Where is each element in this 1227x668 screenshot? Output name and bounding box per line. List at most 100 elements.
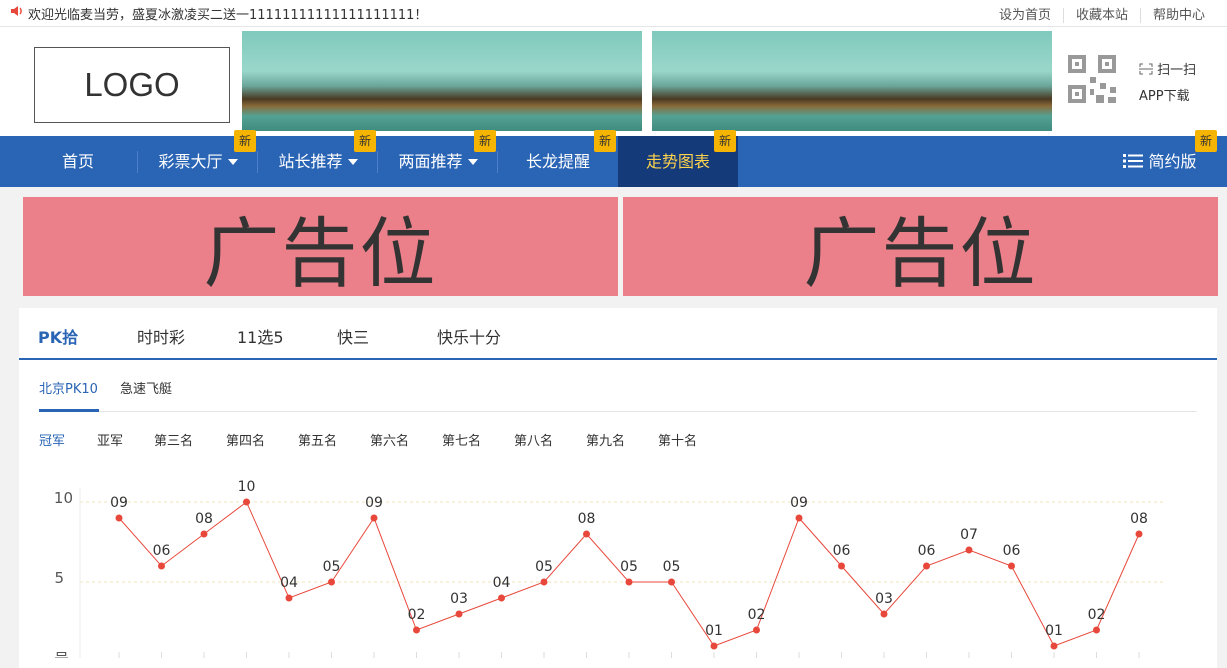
data-point[interactable] [498, 594, 505, 602]
tab-happy10[interactable]: 快乐十分 [437, 324, 501, 348]
active-tab-indicator [39, 409, 99, 412]
set-homepage-link[interactable]: 设为首页 [987, 8, 1063, 23]
lottery-tabs: PK拾 时时彩 11选5 快三 快乐十分 [19, 308, 1217, 360]
top-bar: 欢迎光临麦当劳，盛夏冰激凌买二送一11111111111111111111！ 设… [0, 0, 1227, 27]
data-label: 01 [705, 623, 723, 639]
logo[interactable]: LOGO [34, 47, 230, 123]
data-point[interactable] [795, 514, 803, 522]
data-label: 07 [960, 527, 978, 543]
data-label: 06 [833, 543, 851, 559]
scan-icon [1139, 63, 1153, 75]
data-point[interactable] [923, 562, 930, 570]
data-label: 09 [790, 495, 808, 511]
data-point[interactable] [838, 562, 845, 570]
data-point[interactable] [753, 626, 760, 634]
data-label: 02 [408, 607, 426, 623]
data-label: 04 [493, 575, 511, 591]
data-point[interactable] [200, 530, 208, 538]
rank-tab-3[interactable]: 第三名 [154, 430, 193, 449]
data-point[interactable] [413, 626, 420, 634]
nav-home[interactable]: 首页 [18, 136, 138, 187]
data-label: 08 [578, 511, 596, 527]
data-point[interactable] [285, 594, 293, 602]
qr-code-icon [1066, 53, 1118, 105]
data-point[interactable] [710, 642, 718, 650]
nav-webmaster-picks[interactable]: 站长推荐新 [258, 130, 378, 187]
data-label: 04 [280, 575, 298, 591]
tab-pk10[interactable]: PK拾 [38, 324, 78, 348]
rank-tab-6[interactable]: 第六名 [370, 430, 409, 449]
data-label: 01 [1045, 623, 1063, 639]
rank-tab-1[interactable]: 冠军 [39, 430, 65, 449]
data-label: 03 [450, 591, 468, 607]
rank-tab-8[interactable]: 第八名 [514, 430, 553, 449]
list-icon [1123, 154, 1144, 168]
nav-simple-version[interactable]: 简约版 新 [1110, 130, 1217, 187]
nav-trend-chart[interactable]: 走势图表新 [618, 130, 738, 187]
tab-ssc[interactable]: 时时彩 [137, 324, 185, 348]
header: LOGO 扫一扫 APP下载 [0, 27, 1227, 136]
rank-tab-7[interactable]: 第七名 [442, 430, 481, 449]
data-point[interactable] [455, 610, 463, 618]
data-label: 08 [1130, 511, 1148, 527]
data-point[interactable] [328, 578, 335, 586]
tab-11x5[interactable]: 11选5 [237, 324, 284, 348]
ad-slot-2[interactable]: 广告位 [623, 197, 1218, 298]
banner-image-2[interactable] [652, 31, 1052, 131]
data-point[interactable] [583, 530, 590, 538]
ad-slot-1[interactable]: 广告位 [23, 197, 618, 298]
data-label: 05 [535, 559, 553, 575]
data-point[interactable] [115, 514, 123, 522]
chevron-down-icon [467, 159, 478, 165]
rank-tab-10[interactable]: 第十名 [658, 430, 697, 449]
data-label: 06 [1003, 543, 1021, 559]
sub-tabs: 北京PK10 急速飞艇 [39, 360, 1197, 412]
rank-tab-4[interactable]: 第四名 [226, 430, 265, 449]
data-point[interactable] [1050, 642, 1058, 650]
data-label: 08 [195, 511, 213, 527]
data-label: 02 [748, 607, 766, 623]
rank-tab-5[interactable]: 第五名 [298, 430, 337, 449]
bookmark-link[interactable]: 收藏本站 [1062, 8, 1140, 23]
data-point[interactable] [1093, 626, 1100, 634]
tab-beijing-pk10[interactable]: 北京PK10 [39, 378, 98, 397]
data-point[interactable] [370, 514, 378, 522]
data-label: 06 [153, 543, 171, 559]
data-point[interactable] [1008, 562, 1015, 570]
notice-text: 欢迎光临麦当劳，盛夏冰激凌买二送一11111111111111111111！ [28, 8, 428, 23]
top-links: 设为首页 收藏本站 帮助中心 [987, 4, 1217, 23]
data-point[interactable] [625, 578, 633, 586]
new-badge: 新 [234, 130, 256, 152]
data-point[interactable] [158, 562, 165, 570]
app-download-label[interactable]: APP下载 [1139, 85, 1190, 104]
new-badge: 新 [1195, 130, 1217, 152]
banner-image-1[interactable] [242, 31, 642, 131]
y-axis-label: 号 [54, 650, 69, 658]
new-badge: 新 [594, 130, 616, 152]
data-point[interactable] [668, 578, 675, 586]
data-point[interactable] [1135, 530, 1143, 538]
rank-tab-2[interactable]: 亚军 [97, 430, 123, 449]
data-label: 06 [918, 543, 936, 559]
nav-two-sides[interactable]: 两面推荐新 [378, 130, 498, 187]
data-label: 02 [1088, 607, 1106, 623]
tab-k3[interactable]: 快三 [337, 324, 369, 348]
data-label: 10 [238, 479, 256, 495]
data-point[interactable] [880, 610, 888, 618]
nav-lottery-hall[interactable]: 彩票大厅新 [138, 130, 258, 187]
new-badge: 新 [474, 130, 496, 152]
tab-speed-boat[interactable]: 急速飞艇 [120, 378, 172, 397]
nav-long-dragon[interactable]: 长龙提醒新 [498, 130, 618, 187]
new-badge: 新 [714, 130, 736, 152]
chevron-down-icon [347, 159, 358, 165]
data-point[interactable] [540, 578, 548, 586]
rank-tab-9[interactable]: 第九名 [586, 430, 625, 449]
data-label: 05 [620, 559, 638, 575]
data-point[interactable] [243, 498, 250, 506]
y-tick-label: 5 [54, 569, 64, 587]
speaker-icon [11, 6, 22, 16]
chevron-down-icon [227, 159, 238, 165]
data-label: 05 [663, 559, 681, 575]
help-center-link[interactable]: 帮助中心 [1139, 8, 1217, 23]
data-point[interactable] [965, 546, 973, 554]
